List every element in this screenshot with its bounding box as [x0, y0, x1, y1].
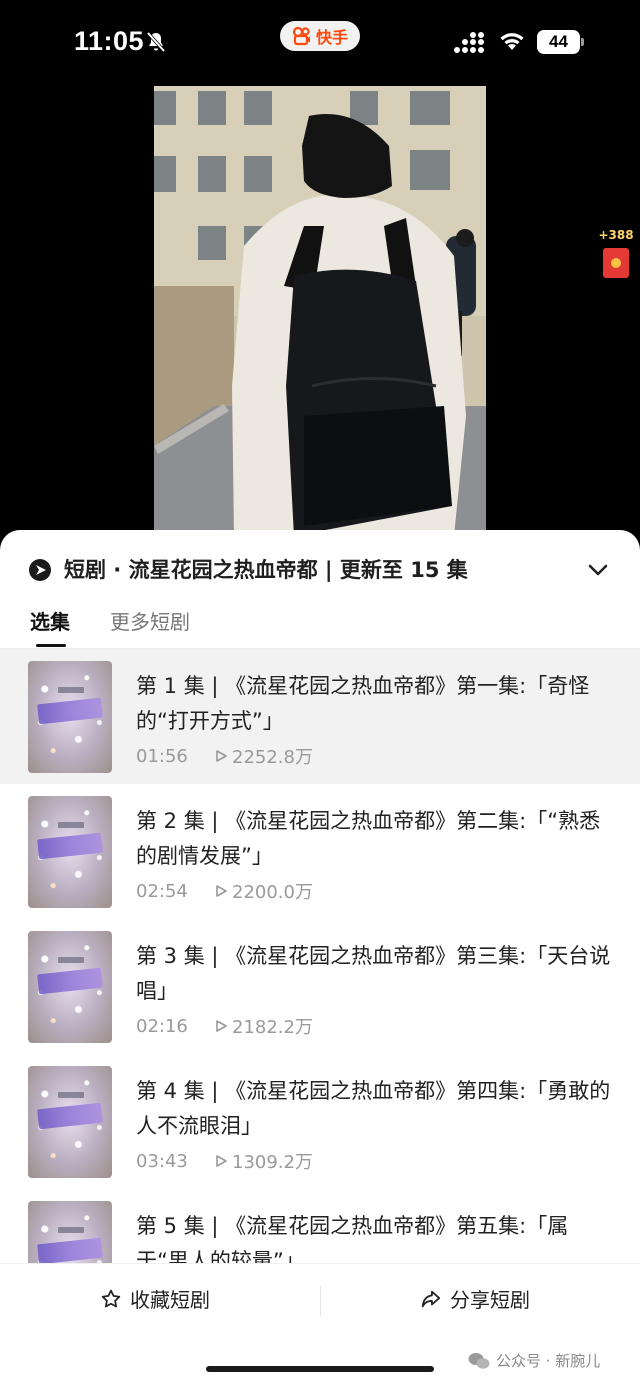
episode-item[interactable]: 第 2 集 | 《流星花园之热血帝都》第二集:「“熟悉的剧情发展”」 02:54… — [0, 784, 640, 919]
episode-duration: 02:16 — [136, 1015, 188, 1037]
wechat-icon — [468, 1352, 490, 1369]
episode-title: 第 4 集 | 《流星花园之热血帝都》第四集:「勇敢的人不流眼泪」 — [136, 1079, 611, 1138]
episode-title: 第 3 集 | 《流星花园之热血帝都》第三集:「天台说唱」 — [136, 944, 611, 1003]
watermark-text: 公众号 · 新腕儿 — [496, 1352, 601, 1370]
episode-item[interactable]: 第 3 集 | 《流星花园之热血帝都》第三集:「天台说唱」 02:16 2182… — [0, 919, 640, 1054]
episode-duration: 03:43 — [136, 1150, 188, 1172]
episode-duration: 01:56 — [136, 745, 188, 767]
tab-bar: 选集 更多短剧 — [0, 602, 640, 650]
play-icon — [216, 1020, 227, 1032]
episode-thumbnail — [28, 1201, 112, 1264]
share-label: 分享短剧 — [450, 1288, 530, 1312]
tab-indicator — [36, 644, 66, 647]
episode-meta: 01:56 2252.8万 — [136, 743, 313, 769]
signal-icon — [454, 32, 484, 53]
episode-item[interactable]: 第 5 集 | 《流星花园之热血帝都》第五集:「属于“男人的较量”」 — [0, 1189, 640, 1264]
episode-thumbnail — [28, 661, 112, 773]
bottom-action-bar: 收藏短剧 分享短剧 — [0, 1263, 640, 1333]
video-player[interactable] — [154, 86, 486, 536]
episode-views: 2200.0万 — [232, 882, 313, 903]
kuaishou-logo-icon — [292, 26, 310, 46]
tab-episodes[interactable]: 选集 — [30, 606, 70, 635]
home-indicator[interactable] — [206, 1366, 434, 1372]
reward-widget[interactable]: +388 — [596, 228, 636, 278]
divider — [320, 1286, 321, 1316]
app-pill[interactable]: 快手 — [280, 21, 360, 51]
share-drama-button[interactable]: 分享短剧 — [420, 1284, 530, 1313]
episode-title: 第 2 集 | 《流星花园之热血帝都》第二集:「“熟悉的剧情发展”」 — [136, 809, 601, 868]
status-time: 11:05 — [74, 26, 145, 56]
play-icon — [216, 885, 227, 897]
app-name: 快手 — [315, 28, 348, 47]
episode-thumbnail — [28, 796, 112, 908]
episode-views: 2182.2万 — [232, 1017, 313, 1038]
sheet-title: 短剧 · 流星花园之热血帝都 | 更新至 15 集 — [64, 558, 468, 582]
favorite-label: 收藏短剧 — [130, 1288, 210, 1312]
episode-meta: 03:43 1309.2万 — [136, 1148, 313, 1174]
battery-level: 44 — [537, 30, 580, 54]
play-icon — [216, 1155, 227, 1167]
watermark: 公众号 · 新腕儿 — [468, 1350, 600, 1371]
episode-title: 第 5 集 | 《流星花园之热血帝都》第五集:「属于“男人的较量”」 — [136, 1214, 569, 1264]
episode-item[interactable]: 第 1 集 | 《流星花园之热血帝都》第一集:「奇怪的“打开方式”」 01:56… — [0, 649, 640, 784]
episode-thumbnail — [28, 931, 112, 1043]
status-bar: 11:05 快手 44 — [0, 0, 640, 86]
chevron-down-icon[interactable] — [586, 560, 610, 580]
star-icon — [101, 1289, 121, 1307]
episode-duration: 02:54 — [136, 880, 188, 902]
favorite-drama-button[interactable]: 收藏短剧 — [100, 1284, 210, 1313]
episode-views: 1309.2万 — [232, 1152, 313, 1173]
reward-count: +388 — [598, 228, 634, 242]
episode-item[interactable]: 第 4 集 | 《流星花园之热血帝都》第四集:「勇敢的人不流眼泪」 03:43 … — [0, 1054, 640, 1189]
wifi-icon — [500, 33, 524, 50]
red-envelope-icon — [603, 248, 629, 278]
episode-thumbnail — [28, 1066, 112, 1178]
video-frame — [154, 86, 486, 536]
episode-sheet: 短剧 · 流星花园之热血帝都 | 更新至 15 集 选集 更多短剧 第 1 集 … — [0, 530, 640, 1387]
sheet-header: 短剧 · 流星花园之热血帝都 | 更新至 15 集 — [0, 530, 640, 608]
short-drama-icon — [29, 559, 51, 581]
tab-more-dramas[interactable]: 更多短剧 — [110, 606, 190, 635]
bell-off-icon — [146, 31, 166, 53]
episode-meta: 02:54 2200.0万 — [136, 878, 313, 904]
battery-indicator: 44 — [537, 30, 585, 54]
play-icon — [216, 750, 227, 762]
episode-title: 第 1 集 | 《流星花园之热血帝都》第一集:「奇怪的“打开方式”」 — [136, 674, 590, 733]
share-icon — [421, 1290, 441, 1307]
episode-views: 2252.8万 — [232, 747, 313, 768]
episode-list: 第 1 集 | 《流星花园之热血帝都》第一集:「奇怪的“打开方式”」 01:56… — [0, 649, 640, 1264]
episode-meta: 02:16 2182.2万 — [136, 1013, 313, 1039]
